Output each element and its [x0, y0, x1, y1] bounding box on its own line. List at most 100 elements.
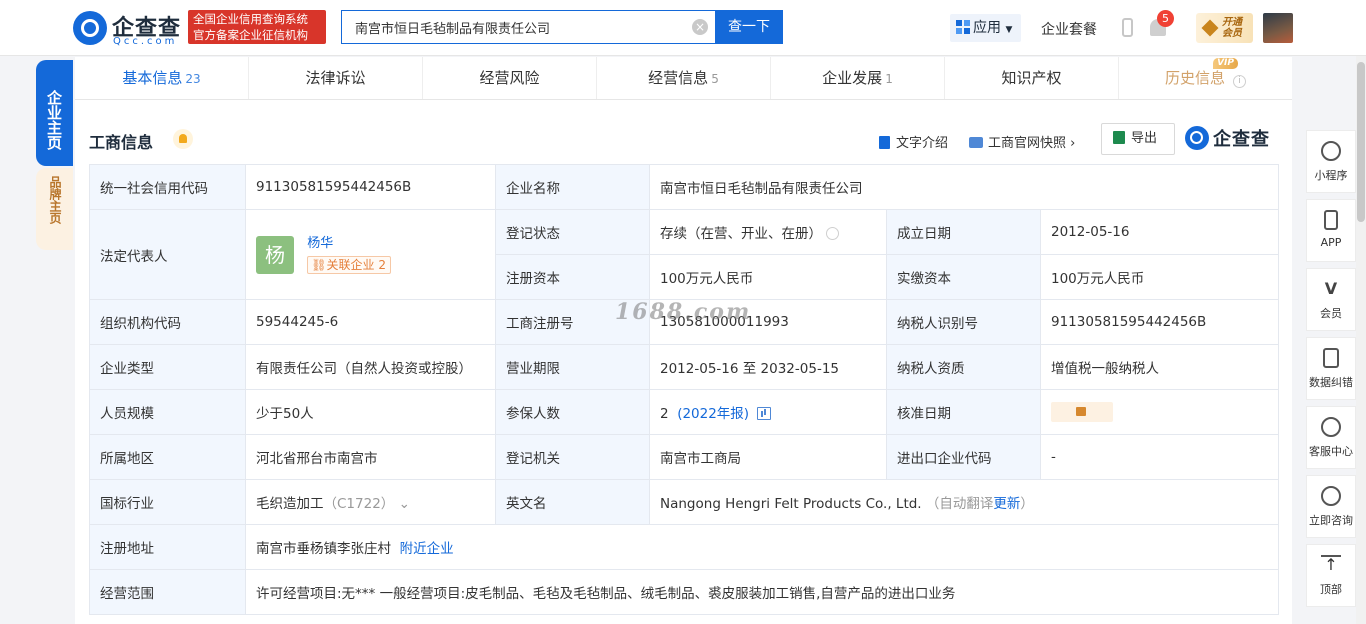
phone-icon[interactable]	[1122, 18, 1133, 37]
slogan-line1: 全国企业信用查询系统	[193, 12, 308, 26]
vip-badge: VIP	[1213, 58, 1238, 69]
rail-data-correction[interactable]: 数据纠错	[1306, 337, 1356, 400]
slogan-badge: 全国企业信用查询系统 官方备案企业征信机构	[188, 10, 326, 44]
qcc-logo-icon	[73, 11, 107, 45]
reg-status-cell: 存续（在营、开业、在册）	[649, 209, 887, 255]
tab-brand-home[interactable]: 品牌主页	[36, 168, 73, 250]
tab-basic-info[interactable]: 基本信息 23	[75, 57, 249, 99]
tab-legal[interactable]: 法律诉讼	[249, 57, 423, 99]
export-button[interactable]: 导出	[1101, 123, 1175, 155]
address-value: 南宫市垂杨镇李张庄村	[256, 541, 391, 557]
biz-term-label: 营业期限	[495, 344, 650, 390]
brand-logo-text: 企查查	[1213, 129, 1270, 150]
table-row: 国标行业 毛织造加工（C1722） ⌄ 英文名 Nangong Hengri F…	[89, 479, 1279, 525]
taxpayer-id-label: 纳税人识别号	[886, 299, 1041, 345]
caret-down-icon: ▼	[1005, 25, 1013, 35]
search-input[interactable]	[342, 11, 672, 43]
text-intro-link[interactable]: 文字介绍	[879, 132, 948, 151]
tab-label: 经营信息	[648, 69, 709, 87]
table-row: 所属地区 河北省邢台市南宫市 登记机关 南宫市工商局 进出口企业代码 -	[89, 434, 1279, 480]
excel-icon	[1113, 131, 1125, 144]
app-grid-icon	[956, 20, 970, 34]
taxpayer-qual-label: 纳税人资质	[886, 344, 1041, 390]
lock-icon[interactable]	[1051, 402, 1113, 422]
rail-miniprogram[interactable]: 小程序	[1306, 130, 1356, 193]
rail-service-center[interactable]: 客服中心	[1306, 406, 1356, 469]
rail-back-to-top[interactable]: ↑ 顶部	[1306, 544, 1356, 607]
company-type-value: 有限责任公司（自然人投资或控股）	[245, 344, 496, 390]
app-menu-button[interactable]: 应用 ▼	[950, 14, 1021, 42]
vip-line2: 会员	[1222, 28, 1242, 39]
table-row: 企业类型 有限责任公司（自然人投资或控股） 营业期限 2012-05-16 至 …	[89, 344, 1279, 390]
rail-label: 客服中心	[1309, 445, 1353, 458]
credit-code-label: 统一社会信用代码	[89, 164, 246, 210]
link-icon: ⛓	[311, 258, 327, 272]
info-icon[interactable]	[826, 227, 839, 240]
tab-development[interactable]: 企业发展 1	[771, 57, 945, 99]
insured-label: 参保人数	[495, 389, 650, 435]
rail-vip[interactable]: V 会员	[1306, 268, 1356, 331]
region-label: 所属地区	[89, 434, 246, 480]
tab-history[interactable]: 历史信息 i VIP	[1119, 57, 1292, 99]
related-label: 关联企业	[326, 258, 375, 272]
chevron-down-icon[interactable]: ⌄	[399, 496, 410, 512]
staff-size-value: 少于50人	[245, 389, 496, 435]
text-intro-label: 文字介绍	[896, 136, 949, 151]
close-paren: ）	[1020, 496, 1034, 512]
taxpayer-qual-value: 增值税一般纳税人	[1040, 344, 1279, 390]
search-button[interactable]: 查一下	[715, 10, 783, 44]
vip-open-button[interactable]: 开通 会员	[1196, 13, 1253, 43]
legal-rep-cell: 杨 杨华 ⛓关联企业 2	[245, 209, 496, 300]
rail-label: 会员	[1320, 307, 1342, 320]
tab-operation[interactable]: 经营信息 5	[597, 57, 771, 99]
document-icon	[879, 136, 890, 149]
trend-chart-icon[interactable]	[757, 407, 772, 420]
app-menu-label: 应用	[973, 20, 1001, 36]
chevron-right-icon: ›	[1070, 136, 1076, 151]
tab-label: 历史信息	[1164, 69, 1225, 87]
insured-report-link[interactable]: (2022年报)	[677, 406, 749, 422]
approval-date-label: 核准日期	[886, 389, 1041, 435]
clear-search-icon[interactable]: ×	[692, 19, 708, 35]
headset-icon	[1321, 417, 1341, 437]
tab-risk[interactable]: 经营风险	[423, 57, 597, 99]
legal-rep-label: 法定代表人	[89, 209, 246, 300]
rail-app[interactable]: APP	[1306, 199, 1356, 262]
right-float-rail: 小程序 APP V 会员 数据纠错 客服中心 立即咨询 ↑ 顶部	[1306, 130, 1356, 613]
scrollbar-thumb[interactable]	[1357, 62, 1365, 222]
legal-rep-name[interactable]: 杨华	[307, 235, 391, 253]
qcc-logo[interactable]: 企查查 Qcc.com	[73, 10, 185, 47]
update-translation-link[interactable]: 更新	[993, 496, 1020, 512]
est-date-label: 成立日期	[886, 209, 1041, 255]
table-row: 统一社会信用代码 91130581595442456B 企业名称 南宫市恒日毛毡…	[89, 164, 1279, 210]
notification-count-badge: 5	[1157, 10, 1174, 27]
industry-code: （C1722）	[323, 496, 395, 512]
table-row: 法定代表人 杨 杨华 ⛓关联企业 2 登记状态 存续（在营、开业、在册） 成立日…	[89, 209, 1279, 300]
insured-count: 2	[660, 406, 669, 422]
package-link[interactable]: 企业套餐	[1041, 19, 1097, 39]
legal-rep-avatar[interactable]: 杨	[256, 235, 294, 274]
logo-domain: Qcc.com	[113, 36, 178, 47]
back-to-top-icon: ↑	[1321, 555, 1341, 575]
subscribe-bell-icon[interactable]	[173, 129, 193, 149]
biz-term-value: 2012-05-16 至 2032-05-15	[649, 344, 887, 390]
credit-code-value: 91130581595442456B	[245, 164, 496, 210]
scope-label: 经营范围	[89, 569, 246, 615]
legal-rep-info: 杨华 ⛓关联企业 2	[307, 235, 392, 274]
nearby-companies-link[interactable]: 附近企业	[400, 541, 454, 557]
insured-cell: 2 (2022年报)	[649, 389, 887, 435]
staff-size-label: 人员规模	[89, 389, 246, 435]
snapshot-link[interactable]: 工商官网快照 ›	[969, 132, 1075, 151]
tab-company-home[interactable]: 企业主页	[36, 60, 73, 166]
address-label: 注册地址	[89, 524, 246, 570]
tab-ip[interactable]: 知识产权	[945, 57, 1119, 99]
qcc-brand-logo: 企查查	[1185, 125, 1281, 151]
related-company-tag[interactable]: ⛓关联企业 2	[307, 256, 392, 274]
info-icon[interactable]: i	[1233, 75, 1246, 88]
phone-icon	[1324, 210, 1338, 230]
table-row: 人员规模 少于50人 参保人数 2 (2022年报) 核准日期	[89, 389, 1279, 435]
taxpayer-id-value: 91130581595442456B	[1040, 299, 1279, 345]
top-bar: 企查查 Qcc.com 全国企业信用查询系统 官方备案企业征信机构 × 查一下 …	[0, 0, 1366, 56]
rail-consult[interactable]: 立即咨询	[1306, 475, 1356, 538]
user-avatar[interactable]	[1263, 13, 1293, 43]
